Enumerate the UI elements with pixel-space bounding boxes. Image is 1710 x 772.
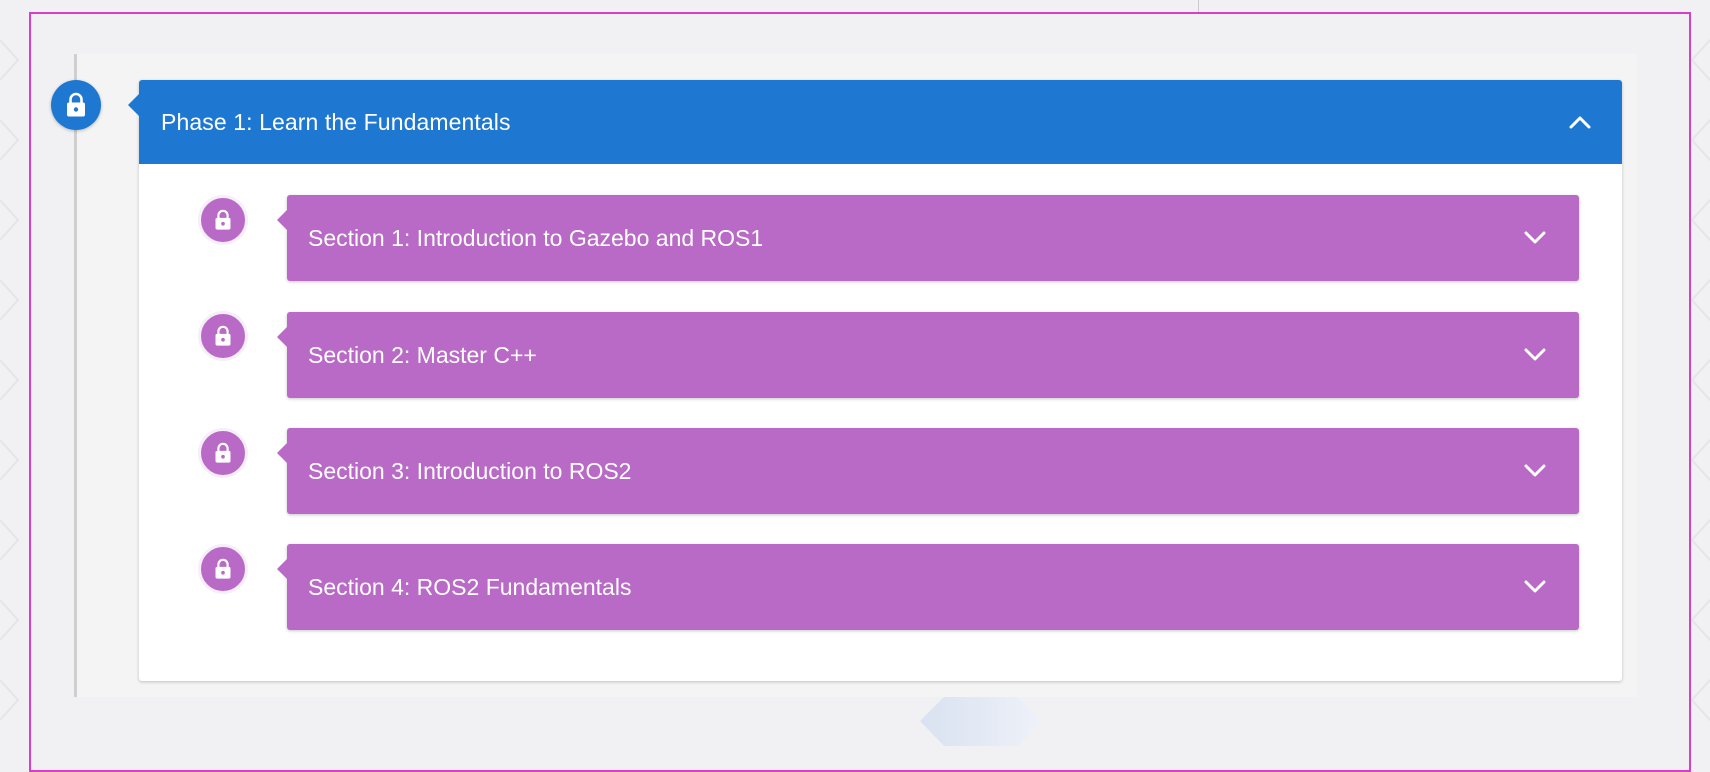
section-title: Section 2: Master C++ <box>308 341 537 368</box>
section-title: Section 4: ROS2 Fundamentals <box>308 573 632 600</box>
chevron-down-icon[interactable] <box>1521 341 1549 369</box>
phase-title: Phase 1: Learn the Fundamentals <box>161 108 511 135</box>
lock-icon <box>215 325 231 346</box>
decorative-arrow-shape <box>920 697 1042 746</box>
section-item-4[interactable]: Section 4: ROS2 Fundamentals <box>277 544 1579 630</box>
section-title: Section 3: Introduction to ROS2 <box>308 457 632 484</box>
chevron-down-icon[interactable] <box>1521 224 1549 252</box>
section-lock-icon-3 <box>198 428 248 478</box>
section-lock-icon-1 <box>198 195 248 245</box>
lock-icon <box>215 442 231 463</box>
phase-card: Phase 1: Learn the Fundamentals Section … <box>128 80 1622 681</box>
section-title: Section 1: Introduction to Gazebo and RO… <box>308 224 764 251</box>
lock-icon <box>215 209 231 230</box>
chevron-down-icon[interactable] <box>1521 573 1549 601</box>
section-lock-icon-2 <box>198 311 248 361</box>
section-item-2[interactable]: Section 2: Master C++ <box>277 312 1579 398</box>
chevron-down-icon[interactable] <box>1521 457 1549 485</box>
section-item-1[interactable]: Section 1: Introduction to Gazebo and RO… <box>277 195 1579 281</box>
timeline-line <box>74 54 77 697</box>
chevron-up-icon[interactable] <box>1566 108 1594 136</box>
lock-icon <box>67 92 85 117</box>
section-lock-icon-4 <box>198 544 248 594</box>
lock-icon <box>215 558 231 579</box>
section-item-3[interactable]: Section 3: Introduction to ROS2 <box>277 428 1579 514</box>
phase-lock-icon <box>51 80 101 130</box>
frame-divider-tick <box>1198 0 1199 12</box>
phase-header[interactable]: Phase 1: Learn the Fundamentals <box>128 80 1622 164</box>
